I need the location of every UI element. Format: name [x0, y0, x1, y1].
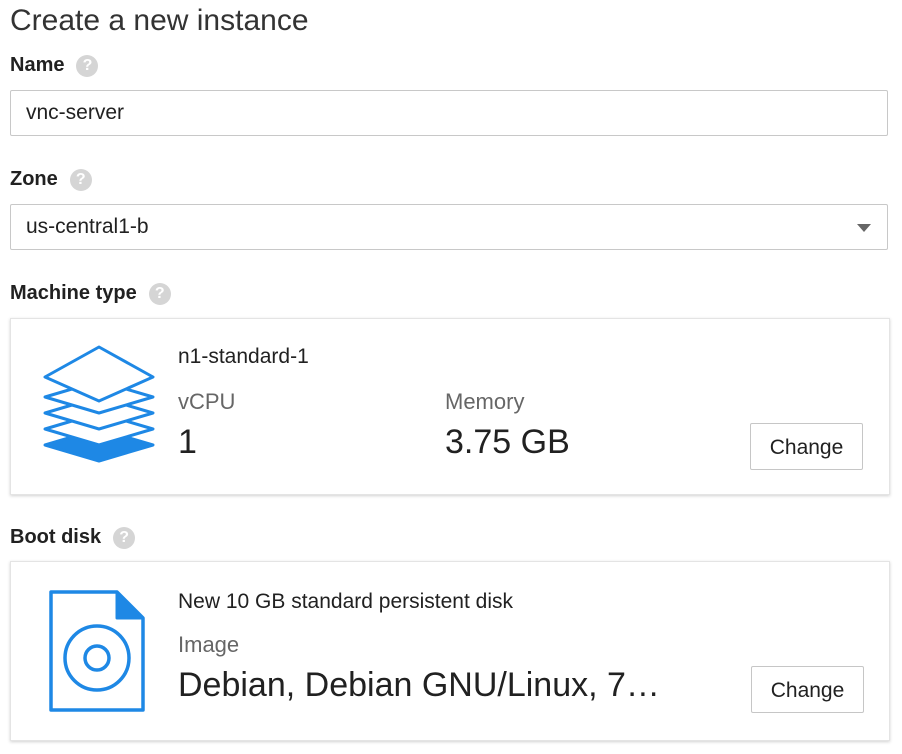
- memory-value: 3.75 GB: [445, 423, 570, 461]
- page-title: Create a new instance: [10, 4, 309, 37]
- disk-file-icon: [49, 590, 145, 712]
- name-label: Name: [10, 54, 65, 76]
- image-label: Image: [178, 632, 240, 657]
- boot-disk-card: New 10 GB standard persistent disk Image…: [10, 561, 890, 741]
- machine-type-help-icon[interactable]: ?: [148, 282, 171, 305]
- zone-label-row: Zone ?: [10, 168, 92, 191]
- machine-type-card: n1-standard-1 vCPU 1 Memory 3.75 GB Chan…: [10, 318, 890, 495]
- boot-disk-help-icon[interactable]: ?: [113, 526, 136, 549]
- chevron-down-icon: [857, 224, 871, 232]
- machine-type-name: n1-standard-1: [178, 345, 309, 368]
- vcpu-label: vCPU: [178, 389, 236, 414]
- vcpu-value: 1: [178, 423, 197, 461]
- zone-select[interactable]: us-central1-b: [10, 204, 888, 250]
- zone-select-value: us-central1-b: [26, 215, 149, 238]
- name-input[interactable]: vnc-server: [10, 90, 888, 136]
- memory-label: Memory: [445, 389, 525, 414]
- machine-type-change-button[interactable]: Change: [750, 423, 863, 470]
- name-label-row: Name ?: [10, 54, 99, 77]
- boot-disk-change-button[interactable]: Change: [751, 666, 864, 713]
- boot-disk-label-row: Boot disk ?: [10, 526, 136, 549]
- boot-disk-label: Boot disk: [10, 526, 102, 548]
- machine-type-label: Machine type: [10, 282, 137, 304]
- layers-icon: [43, 345, 155, 463]
- machine-type-label-row: Machine type ?: [10, 282, 171, 305]
- name-help-icon[interactable]: ?: [76, 54, 99, 77]
- zone-help-icon[interactable]: ?: [69, 168, 92, 191]
- boot-disk-description: New 10 GB standard persistent disk: [178, 590, 513, 613]
- image-value: Debian, Debian GNU/Linux, 7…: [178, 666, 660, 704]
- zone-label: Zone: [10, 168, 58, 190]
